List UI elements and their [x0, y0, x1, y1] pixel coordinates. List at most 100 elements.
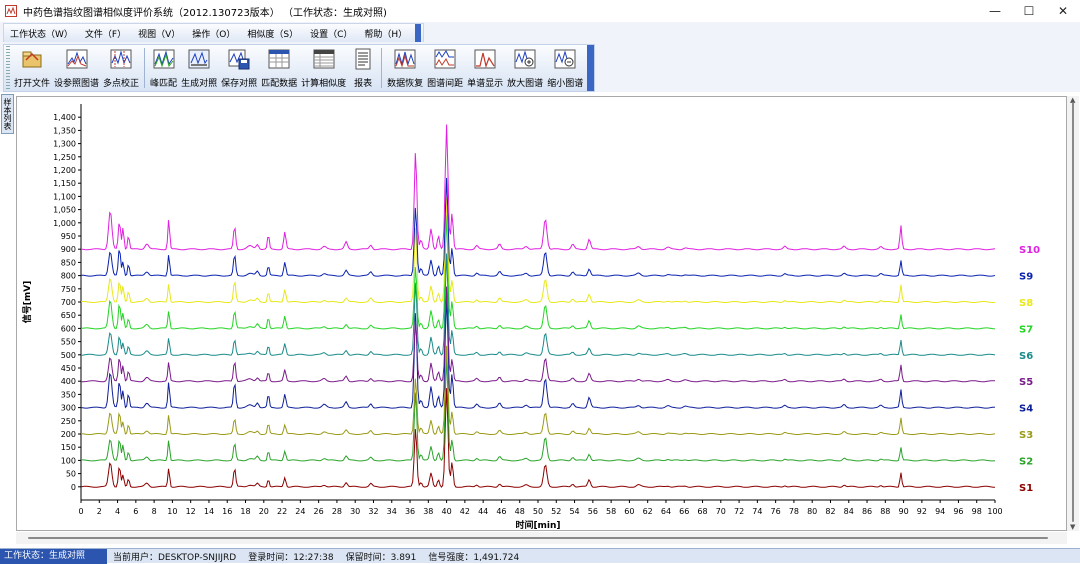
y-tick-label: 400 [61, 377, 76, 386]
menu-operation[interactable]: 操作（O） [186, 27, 241, 40]
x-tick-label: 84 [844, 507, 854, 516]
x-tick-label: 0 [78, 507, 83, 516]
maximize-button[interactable]: ☐ [1012, 0, 1046, 22]
main-toolbar: 打开文件 设参照图谱 多点校正 峰匹配 生成对照 保存对照 匹配数据 计算相似度… [3, 44, 596, 92]
peak-match-button[interactable]: 峰匹配 [148, 45, 179, 89]
y-tick-label: 850 [61, 258, 76, 267]
y-tick-label: 550 [61, 338, 76, 347]
y-tick-label: 450 [61, 364, 76, 373]
series-line-s6 [80, 253, 996, 356]
calculate-similarity-button[interactable]: 计算相似度 [299, 45, 348, 89]
calculate-similarity-label: 计算相似度 [301, 79, 347, 89]
open-file-button[interactable]: 打开文件 [12, 45, 52, 89]
menu-settings[interactable]: 设置（C） [304, 27, 358, 40]
status-current-user: 当前用户：DESKTOP-SNJIJRD [113, 552, 237, 563]
x-tick-label: 42 [460, 507, 470, 516]
menu-overflow-handle[interactable] [415, 24, 422, 42]
menu-similarity[interactable]: 相似度（S） [241, 27, 304, 40]
save-control-icon [228, 49, 250, 70]
x-tick-label: 90 [899, 507, 909, 516]
save-control-label: 保存对照 [221, 79, 258, 89]
y-tick-label: 500 [61, 351, 76, 360]
x-tick-label: 22 [277, 507, 287, 516]
toolbar-overflow-handle[interactable] [587, 45, 595, 91]
status-work-state: 工作状态：生成对照 [0, 548, 107, 564]
x-tick-label: 20 [259, 507, 269, 516]
series-line-s2 [80, 356, 996, 462]
spectrum-spacing-button[interactable]: 图谱间距 [425, 45, 465, 89]
x-tick-label: 80 [807, 507, 817, 516]
data-restore-icon [394, 49, 416, 69]
spectrum-spacing-label: 图谱间距 [427, 79, 464, 89]
report-icon [355, 48, 371, 70]
x-tick-label: 16 [222, 507, 232, 516]
close-button[interactable]: ✕ [1046, 0, 1080, 22]
menu-work-state[interactable]: 工作状态（W） [4, 27, 79, 40]
x-tick-label: 82 [825, 507, 835, 516]
toolbar-separator [144, 48, 146, 88]
menu-help[interactable]: 帮助（H） [358, 27, 413, 40]
y-tick-label: 0 [71, 483, 76, 492]
vertical-scroll-thumb[interactable] [1072, 102, 1074, 522]
peak-match-label: 峰匹配 [150, 79, 178, 89]
x-tick-label: 38 [423, 507, 433, 516]
toolbar-separator [381, 48, 383, 88]
x-tick-label: 88 [880, 507, 890, 516]
chromatogram-chart[interactable]: 0 2 4 6 8 10 12 14 16 18 20 22 24 26 28 30 32 34 36 38 40 42 4… [16, 96, 1067, 531]
series-label-s6: S6 [1019, 351, 1033, 362]
zoom-in-button[interactable]: 放大图谱 [505, 45, 545, 89]
scroll-down-icon[interactable]: ▼ [1070, 523, 1075, 531]
status-login-time: 登录时间：12:27:38 [248, 552, 334, 563]
x-tick-label: 36 [405, 507, 415, 516]
y-tick-label: 350 [61, 390, 76, 399]
series-line-s3 [80, 345, 996, 436]
report-button[interactable]: 报表 [348, 45, 378, 89]
generate-control-button[interactable]: 生成对照 [179, 45, 219, 89]
set-reference-button[interactable]: 设参照图谱 [52, 45, 101, 89]
x-tick-label: 60 [624, 507, 634, 516]
set-reference-label: 设参照图谱 [54, 79, 100, 89]
series-label-s8: S8 [1019, 298, 1033, 309]
series-label-s2: S2 [1019, 456, 1033, 467]
save-control-button[interactable]: 保存对照 [219, 45, 259, 89]
x-tick-label: 66 [679, 507, 689, 516]
toolbar-grip[interactable] [6, 46, 10, 90]
y-tick-label: 200 [61, 430, 76, 439]
data-restore-button[interactable]: 数据恢复 [385, 45, 425, 89]
x-tick-label: 72 [734, 507, 744, 516]
series-label-s7: S7 [1019, 324, 1033, 335]
single-spectrum-button[interactable]: 单谱显示 [465, 45, 505, 89]
title-bar: 中药色谱指纹图谱相似度评价系统（2012.130723版本） （工作状态：生成对… [0, 0, 1080, 22]
vertical-scrollbar[interactable]: ▲ ▼ [1067, 96, 1079, 531]
minimize-button[interactable]: — [978, 0, 1012, 22]
y-tick-label: 150 [61, 443, 76, 452]
match-data-button[interactable]: 匹配数据 [259, 45, 299, 89]
y-tick-label: 900 [61, 245, 76, 254]
calculate-similarity-icon [313, 49, 335, 69]
spectrum-spacing-icon [434, 49, 456, 69]
x-tick-label: 94 [935, 507, 945, 516]
y-tick-label: 950 [61, 232, 76, 241]
x-tick-label: 6 [133, 507, 138, 516]
zoom-out-label: 缩小图谱 [547, 79, 584, 89]
y-tick-label: 50 [66, 470, 76, 479]
menu-view[interactable]: 视图（V） [132, 27, 186, 40]
series-label-s9: S9 [1019, 272, 1033, 283]
series-label-s10: S10 [1019, 245, 1040, 256]
multipoint-correction-button[interactable]: 多点校正 [101, 45, 141, 89]
open-file-icon [22, 51, 42, 68]
x-tick-label: 92 [917, 507, 927, 516]
x-tick-label: 100 [987, 507, 1002, 516]
x-tick-label: 76 [771, 507, 781, 516]
x-tick-label: 8 [152, 507, 157, 516]
zoom-out-button[interactable]: 缩小图谱 [545, 45, 585, 89]
horizontal-scroll-thumb[interactable] [28, 537, 1048, 539]
sample-list-tab[interactable]: 样本列表 [1, 94, 14, 134]
horizontal-scrollbar[interactable] [16, 532, 1067, 544]
set-reference-icon [66, 49, 88, 69]
series-label-s4: S4 [1019, 404, 1033, 415]
x-tick-label: 64 [661, 507, 671, 516]
y-tick-label: 800 [61, 272, 76, 281]
menu-file[interactable]: 文件（F） [79, 27, 132, 40]
zoom-out-icon [554, 49, 576, 69]
